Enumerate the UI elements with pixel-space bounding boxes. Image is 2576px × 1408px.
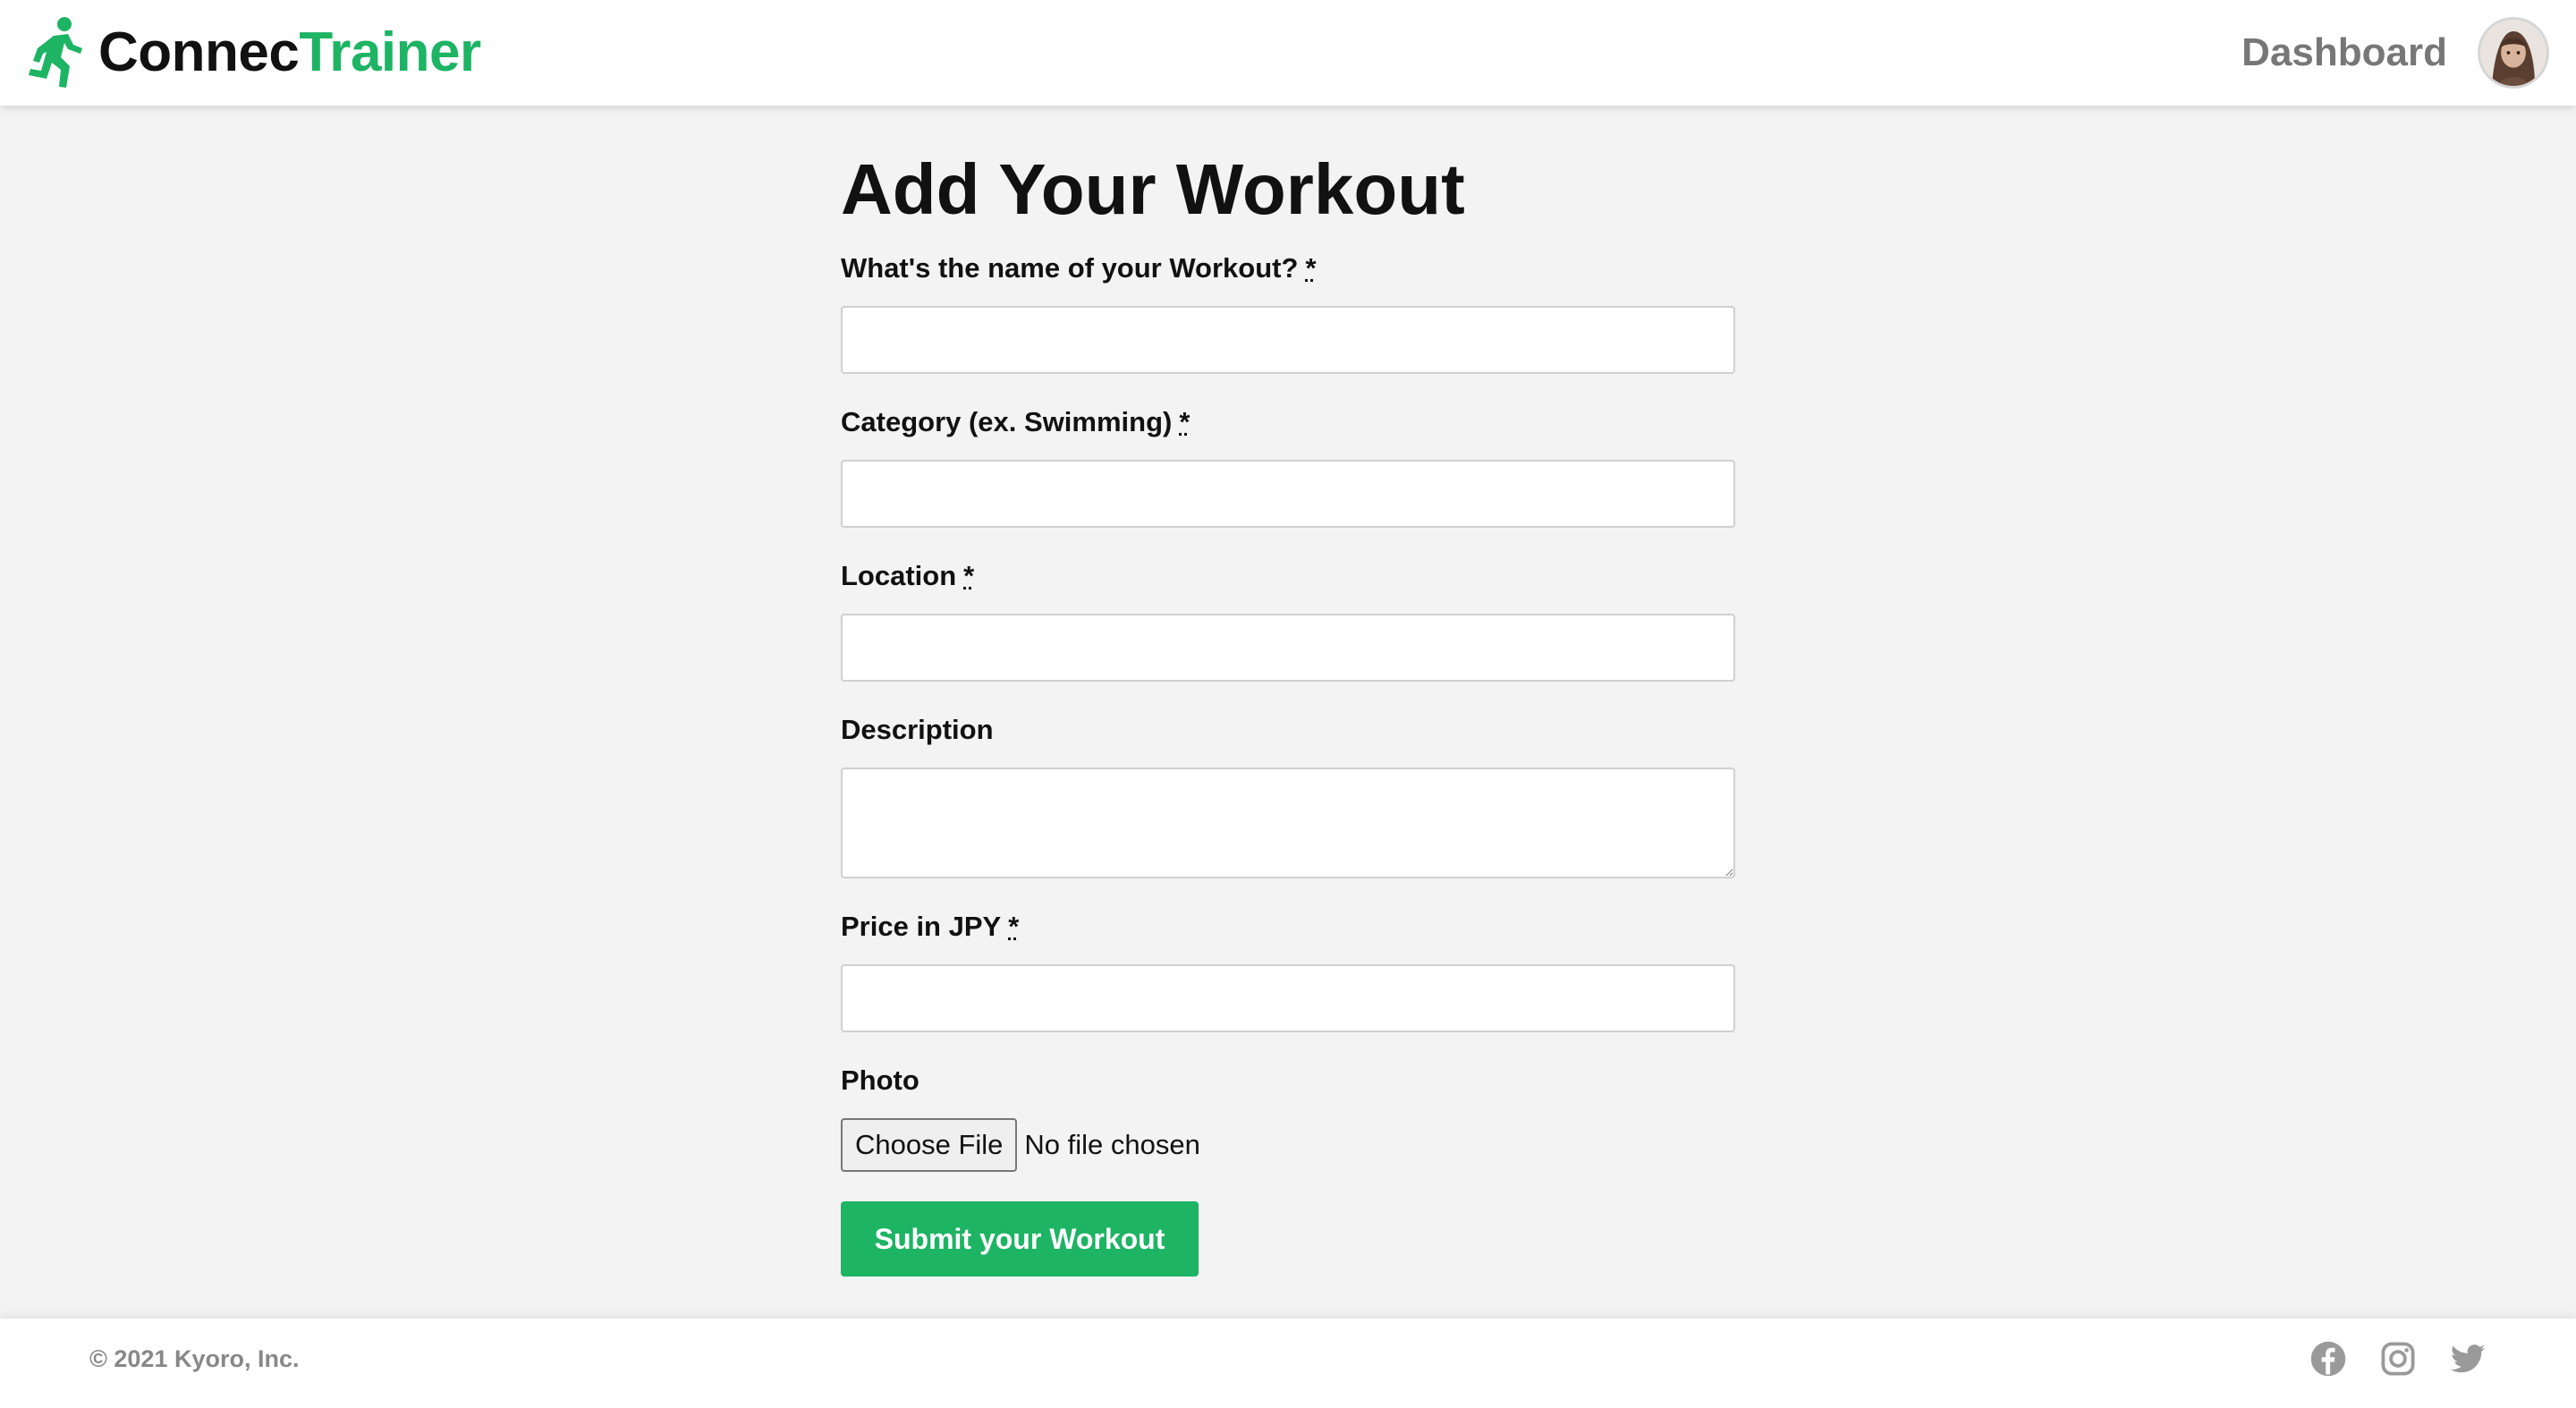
photo-label: Photo — [841, 1064, 919, 1096]
category-label-text: Category (ex. Swimming) — [841, 406, 1173, 437]
dashboard-link[interactable]: Dashboard — [2241, 30, 2447, 75]
running-person-icon — [29, 17, 82, 88]
nav-right: Dashboard — [2241, 14, 2549, 91]
submit-workout-button[interactable]: Submit your Workout — [841, 1201, 1199, 1277]
avatar-icon — [2480, 20, 2546, 86]
description-label: Description — [841, 714, 994, 745]
description-textarea[interactable] — [841, 768, 1735, 878]
page-title: Add Your Workout — [841, 149, 1465, 229]
twitter-icon[interactable] — [2449, 1340, 2487, 1378]
required-marker: * — [1008, 911, 1020, 942]
category-input[interactable] — [841, 460, 1735, 528]
required-marker: * — [1179, 406, 1191, 437]
file-status-text: No file chosen — [1024, 1129, 1200, 1160]
price-input[interactable] — [841, 964, 1735, 1032]
workout-name-input[interactable] — [841, 306, 1735, 374]
facebook-icon[interactable] — [2309, 1340, 2347, 1378]
brand-name: ConnecTrainer — [98, 25, 481, 81]
brand-logo[interactable]: ConnecTrainer — [27, 14, 481, 91]
social-links — [2277, 1340, 2487, 1378]
navbar: ConnecTrainer Dashboard — [0, 0, 2576, 106]
location-input[interactable] — [841, 614, 1735, 682]
required-marker: * — [1305, 252, 1317, 284]
brand-name-part2: Trainer — [299, 21, 481, 83]
workout-name-label-text: What's the name of your Workout? — [841, 252, 1299, 284]
workout-name-label: What's the name of your Workout? * — [841, 252, 1317, 284]
price-label: Price in JPY * — [841, 911, 1019, 943]
footer: © 2021 Kyoro, Inc. — [0, 1319, 2576, 1408]
required-marker: * — [963, 560, 975, 591]
price-label-text: Price in JPY — [841, 911, 1002, 942]
location-label: Location * — [841, 560, 974, 592]
user-avatar[interactable] — [2478, 17, 2549, 89]
category-label: Category (ex. Swimming) * — [841, 406, 1190, 438]
brand-name-part1: Connec — [98, 21, 300, 83]
photo-file-picker: Choose File No file chosen — [841, 1118, 1200, 1172]
location-label-text: Location — [841, 560, 957, 591]
choose-file-button[interactable]: Choose File — [841, 1118, 1018, 1172]
instagram-icon[interactable] — [2379, 1340, 2417, 1378]
copyright-text: © 2021 Kyoro, Inc. — [89, 1345, 300, 1372]
